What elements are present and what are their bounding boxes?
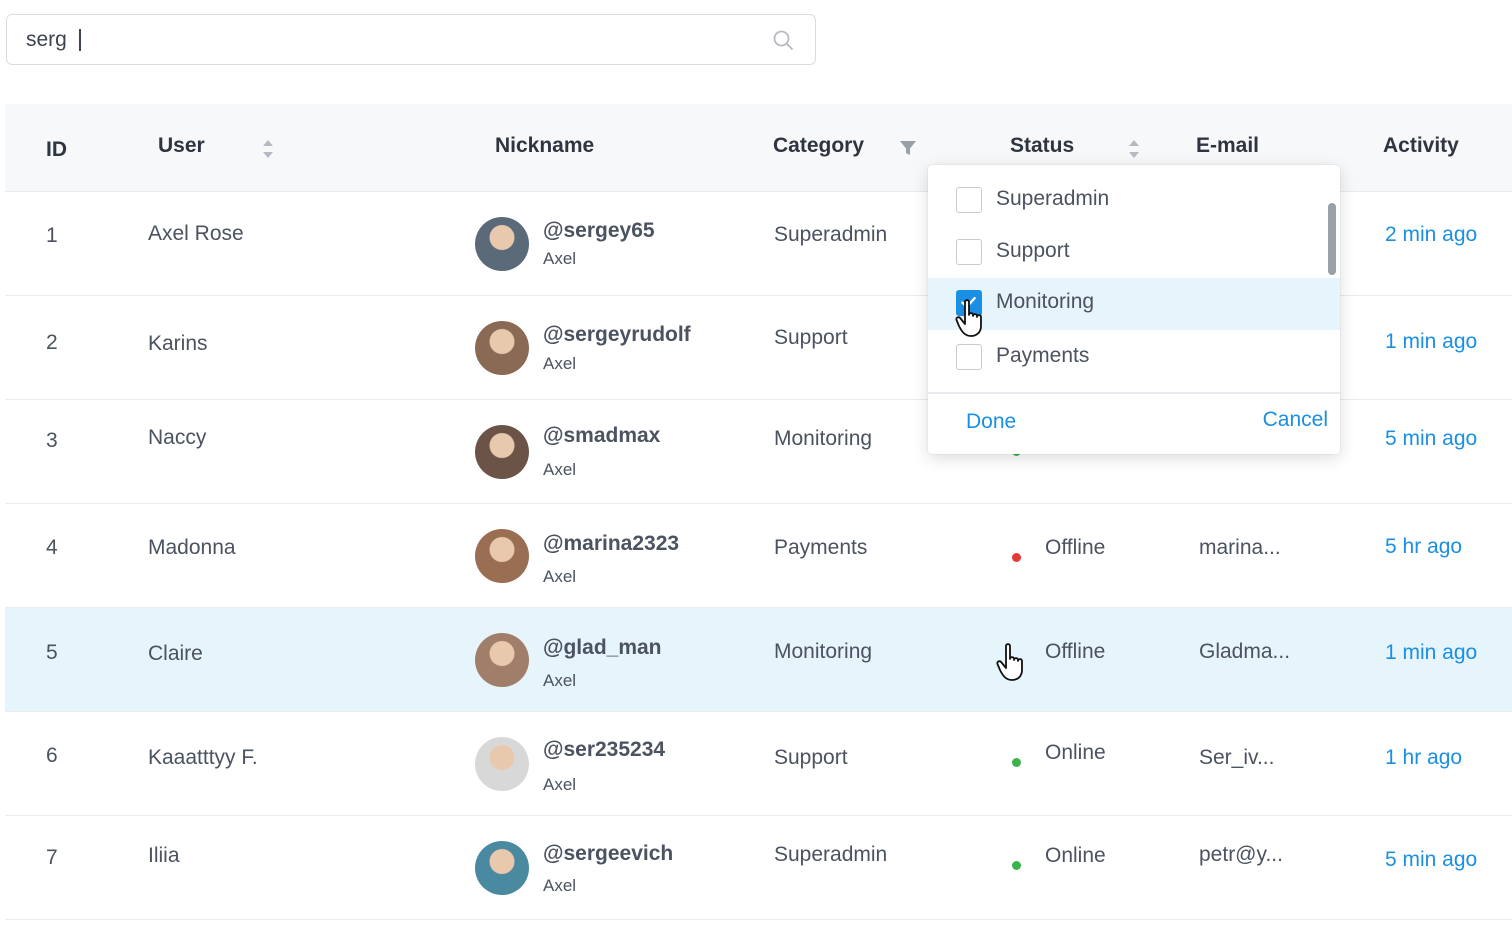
avatar bbox=[475, 217, 529, 271]
status-dot bbox=[1012, 861, 1021, 870]
table-row[interactable]: 7 Iliia @sergeevich Axel Superadmin Online pet… bbox=[5, 816, 1512, 920]
sort-icon[interactable] bbox=[262, 138, 274, 160]
activity-link[interactable]: 5 min ago bbox=[1385, 848, 1477, 872]
category: Superadmin bbox=[774, 843, 888, 866]
column-header-category[interactable]: Category bbox=[773, 134, 864, 158]
user-name: Naccy bbox=[148, 426, 207, 449]
status-text: Online bbox=[1045, 844, 1106, 867]
category: Support bbox=[774, 746, 848, 769]
filter-option-label: Payments bbox=[996, 344, 1090, 367]
sort-icon[interactable] bbox=[1128, 138, 1140, 160]
hand-cursor-icon bbox=[996, 643, 1023, 681]
row-id: 3 bbox=[46, 429, 58, 452]
avatar bbox=[475, 737, 529, 791]
nickname: @sergeevich bbox=[543, 842, 674, 865]
category: Monitoring bbox=[774, 427, 873, 450]
nickname-subtitle: Axel bbox=[543, 249, 577, 268]
table-row[interactable]: 5 Claire @glad_man Axel Monitoring Offline Gla… bbox=[5, 608, 1512, 712]
nickname-subtitle: Axel bbox=[543, 567, 577, 586]
user-name: Madonna bbox=[148, 536, 236, 559]
done-button[interactable]: Done bbox=[966, 410, 1016, 434]
category: Support bbox=[774, 326, 848, 349]
nickname-subtitle: Axel bbox=[543, 876, 577, 895]
activity-link[interactable]: 5 hr ago bbox=[1385, 535, 1462, 559]
search-input[interactable]: serg bbox=[6, 14, 816, 65]
search-value: serg bbox=[26, 28, 67, 51]
filter-option[interactable]: Support bbox=[928, 227, 1340, 279]
avatar bbox=[475, 425, 529, 479]
activity-link[interactable]: 1 min ago bbox=[1385, 641, 1477, 665]
avatar bbox=[475, 841, 529, 895]
email: marina... bbox=[1199, 536, 1281, 559]
category-filter-dropdown: Superadmin Support Monitoring Payments Done… bbox=[928, 165, 1340, 454]
dropdown-divider bbox=[928, 392, 1340, 394]
user-name: Kaaatttyy F. bbox=[148, 746, 258, 769]
row-id: 5 bbox=[46, 641, 58, 664]
nickname-subtitle: Axel bbox=[543, 671, 577, 690]
nickname: @sergey65 bbox=[543, 219, 655, 242]
nickname-subtitle: Axel bbox=[543, 460, 577, 479]
avatar bbox=[475, 321, 529, 375]
nickname: @smadmax bbox=[543, 424, 661, 447]
email: Gladma... bbox=[1199, 640, 1291, 663]
status-text: Offline bbox=[1045, 536, 1106, 559]
row-id: 4 bbox=[46, 536, 58, 559]
activity-link[interactable]: 2 min ago bbox=[1385, 223, 1477, 247]
avatar bbox=[475, 529, 529, 583]
filter-option[interactable]: Payments bbox=[928, 332, 1340, 384]
column-header-email: E-mail bbox=[1196, 134, 1260, 157]
activity-link[interactable]: 1 min ago bbox=[1385, 330, 1477, 354]
status-text: Online bbox=[1045, 741, 1106, 764]
checkbox[interactable] bbox=[956, 187, 982, 213]
user-name: Karins bbox=[148, 332, 208, 355]
column-header-activity: Activity bbox=[1383, 134, 1459, 157]
row-id: 1 bbox=[46, 224, 58, 247]
avatar bbox=[475, 633, 529, 687]
nickname: @ser235234 bbox=[543, 738, 666, 761]
email: petr@y... bbox=[1199, 843, 1283, 866]
nickname: @marina2323 bbox=[543, 532, 680, 555]
status-dot bbox=[1012, 758, 1021, 767]
column-header-id: ID bbox=[46, 138, 67, 161]
activity-link[interactable]: 1 hr ago bbox=[1385, 746, 1462, 770]
hand-cursor-icon bbox=[955, 299, 982, 337]
user-name: Axel Rose bbox=[148, 222, 244, 245]
filter-option-label: Superadmin bbox=[996, 187, 1110, 210]
filter-option[interactable]: Superadmin bbox=[928, 175, 1340, 227]
cancel-button[interactable]: Cancel bbox=[1263, 408, 1328, 432]
status-dot bbox=[1012, 553, 1021, 562]
search-icon[interactable] bbox=[771, 28, 795, 52]
activity-link[interactable]: 5 min ago bbox=[1385, 427, 1477, 451]
nickname-subtitle: Axel bbox=[543, 354, 577, 373]
filter-option-label: Monitoring bbox=[996, 290, 1095, 313]
dropdown-scrollbar[interactable] bbox=[1328, 203, 1336, 275]
column-header-user[interactable]: User bbox=[158, 134, 205, 158]
checkbox[interactable] bbox=[956, 344, 982, 370]
status-text: Offline bbox=[1045, 640, 1106, 663]
category: Superadmin bbox=[774, 223, 888, 246]
user-name: Iliia bbox=[148, 844, 180, 867]
row-id: 7 bbox=[46, 846, 58, 869]
column-header-nickname: Nickname bbox=[495, 134, 595, 157]
category: Monitoring bbox=[774, 640, 873, 663]
column-header-status[interactable]: Status bbox=[1010, 134, 1074, 158]
text-caret bbox=[79, 29, 81, 51]
table-row[interactable]: 6 Kaaatttyy F. @ser235234 Axel Support Online… bbox=[5, 712, 1512, 816]
email: Ser_iv... bbox=[1199, 746, 1275, 769]
filter-option[interactable]: Monitoring bbox=[928, 278, 1340, 330]
nickname: @glad_man bbox=[543, 636, 662, 659]
nickname: @sergeyrudolf bbox=[543, 323, 691, 346]
row-id: 2 bbox=[46, 331, 58, 354]
filter-option-label: Support bbox=[996, 239, 1070, 262]
user-name: Claire bbox=[148, 642, 203, 665]
checkbox[interactable] bbox=[956, 239, 982, 265]
nickname-subtitle: Axel bbox=[543, 775, 577, 794]
category: Payments bbox=[774, 536, 868, 559]
filter-icon[interactable] bbox=[899, 139, 917, 157]
row-id: 6 bbox=[46, 744, 58, 767]
table-row[interactable]: 4 Madonna @marina2323 Axel Payments Offline ma… bbox=[5, 504, 1512, 608]
